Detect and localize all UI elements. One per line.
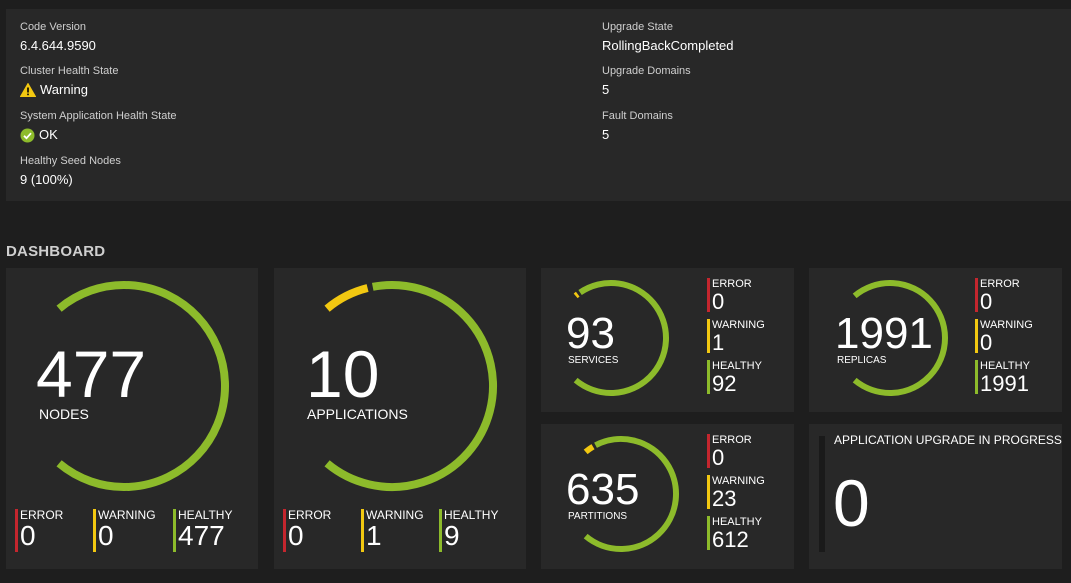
code-version-value: 6.4.644.9590 — [20, 38, 96, 53]
error-bar — [283, 509, 286, 552]
replicas-error-value: 0 — [980, 289, 993, 314]
partitions-healthy-stat: HEALTHY 612 — [707, 516, 762, 551]
replicas-warning-stat: WARNING 0 — [975, 319, 1033, 354]
services-label: SERVICES — [568, 355, 619, 366]
nodes-healthy-stat: HEALTHY 477 — [173, 509, 232, 552]
services-warning-value: 1 — [712, 330, 725, 355]
replicas-error-stat: ERROR 0 — [975, 278, 1020, 313]
cluster-health-value-row: Warning — [20, 82, 118, 98]
nodes-error-value: 0 — [20, 520, 36, 551]
error-bar — [15, 509, 18, 552]
upgrade-state-label: Upgrade State — [602, 21, 673, 33]
error-bar — [707, 278, 710, 312]
services-error-stat: ERROR 0 — [707, 278, 752, 313]
applications-warning-value: 1 — [366, 520, 382, 551]
warning-bar — [361, 509, 364, 552]
replicas-count: 1991 — [835, 309, 933, 358]
partitions-warning-arc — [583, 444, 595, 455]
replicas-healthy-stat: HEALTHY 1991 — [975, 360, 1030, 395]
system-app-health-value-row: OK — [20, 127, 177, 143]
system-app-health-state: System Application Health State OK — [20, 110, 177, 143]
fault-domains-label: Fault Domains — [602, 110, 673, 122]
applications-warning-stat: WARNING 1 — [361, 509, 424, 552]
cluster-health-state: Cluster Health State Warning — [20, 65, 118, 98]
applications-healthy-stat: HEALTHY 9 — [439, 509, 498, 552]
healthy-seed-nodes-label: Healthy Seed Nodes — [20, 155, 121, 167]
nodes-warning-value: 0 — [98, 520, 114, 551]
partitions-warning-value: 23 — [712, 486, 737, 511]
services-warning-arc — [573, 291, 580, 299]
nodes-warning-stat: WARNING 0 — [93, 509, 156, 552]
warning-bar — [707, 475, 710, 509]
cluster-health-value: Warning — [40, 82, 88, 97]
upgrade-progress-bar — [819, 436, 825, 552]
replicas-tile[interactable]: 1991 REPLICAS ERROR 0 WARNING 0 HEALTHY … — [809, 268, 1062, 412]
nodes-count: 477 — [36, 337, 147, 411]
fault-domains: Fault Domains 5 — [602, 110, 673, 143]
services-healthy-value: 92 — [712, 371, 737, 396]
warning-bar — [975, 319, 978, 353]
partitions-warning-stat: WARNING 23 — [707, 475, 765, 510]
healthy-bar — [707, 516, 710, 550]
upgrade-domains: Upgrade Domains 5 — [602, 65, 691, 98]
replicas-label: REPLICAS — [837, 355, 887, 366]
cluster-health-label: Cluster Health State — [20, 65, 119, 77]
fault-domains-value: 5 — [602, 127, 610, 142]
essentials-panel: Code Version 6.4.644.9590 Cluster Health… — [6, 9, 1071, 201]
partitions-tile[interactable]: 635 PARTITIONS ERROR 0 WARNING 23 HEALTH… — [541, 424, 794, 569]
code-version-label: Code Version — [20, 21, 87, 33]
applications-label: APPLICATIONS — [307, 406, 408, 422]
applications-error-stat: ERROR 0 — [283, 509, 331, 552]
healthy-seed-nodes: Healthy Seed Nodes 9 (100%) — [20, 155, 121, 188]
partitions-healthy-value: 612 — [712, 527, 749, 552]
applications-error-value: 0 — [288, 520, 304, 551]
ok-check-icon — [20, 128, 35, 142]
dashboard-title: DASHBOARD — [6, 243, 106, 260]
services-count: 93 — [566, 309, 615, 358]
services-healthy-stat: HEALTHY 92 — [707, 360, 762, 395]
upgrade-state: Upgrade State RollingBackCompleted — [602, 21, 734, 54]
warning-icon — [20, 83, 36, 97]
partitions-count: 635 — [566, 465, 640, 514]
upgrade-state-value: RollingBackCompleted — [602, 38, 734, 53]
error-bar — [707, 434, 710, 468]
healthy-seed-nodes-value: 9 (100%) — [20, 172, 73, 187]
nodes-tile[interactable]: 477 NODES ERROR 0 WARNING 0 HEALTHY 477 — [6, 268, 258, 569]
system-app-health-value: OK — [39, 127, 58, 142]
replicas-healthy-value: 1991 — [980, 371, 1029, 396]
warning-bar — [93, 509, 96, 552]
healthy-bar — [975, 360, 978, 394]
application-upgrade-tile[interactable]: APPLICATION UPGRADE IN PROGRESS 0 — [809, 424, 1062, 569]
healthy-bar — [439, 509, 442, 552]
nodes-error-stat: ERROR 0 — [15, 509, 63, 552]
code-version: Code Version 6.4.644.9590 — [20, 21, 96, 54]
partitions-error-stat: ERROR 0 — [707, 434, 752, 469]
nodes-label: NODES — [39, 406, 89, 422]
applications-healthy-value: 9 — [444, 520, 460, 551]
healthy-bar — [173, 509, 176, 552]
system-app-health-label: System Application Health State — [20, 110, 177, 122]
upgrade-domains-value: 5 — [602, 82, 610, 97]
services-warning-stat: WARNING 1 — [707, 319, 765, 354]
partitions-error-value: 0 — [712, 445, 725, 470]
services-tile[interactable]: 93 SERVICES ERROR 0 WARNING 1 HEALTHY 92 — [541, 268, 794, 412]
replicas-warning-value: 0 — [980, 330, 993, 355]
nodes-healthy-value: 477 — [178, 520, 225, 551]
healthy-bar — [707, 360, 710, 394]
upgrade-count: 0 — [833, 466, 870, 540]
warning-bar — [707, 319, 710, 353]
applications-warning-arc — [324, 284, 369, 312]
applications-tile[interactable]: 10 APPLICATIONS ERROR 0 WARNING 1 HEALTH… — [274, 268, 526, 569]
applications-count: 10 — [306, 337, 380, 411]
upgrade-title: APPLICATION UPGRADE IN PROGRESS — [834, 433, 1062, 447]
partitions-label: PARTITIONS — [568, 511, 628, 522]
error-bar — [975, 278, 978, 312]
upgrade-domains-label: Upgrade Domains — [602, 65, 691, 77]
services-error-value: 0 — [712, 289, 725, 314]
